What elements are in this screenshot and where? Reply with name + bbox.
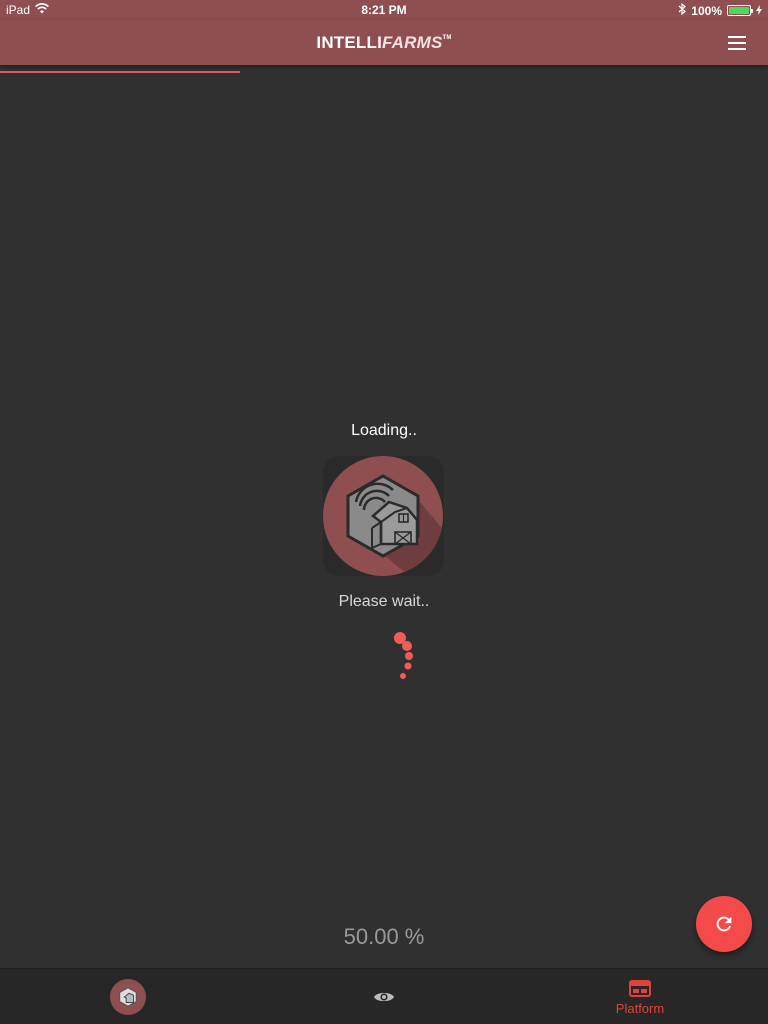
status-right: 100%: [678, 2, 762, 18]
loading-title: Loading..: [351, 422, 417, 439]
status-time: 8:21 PM: [361, 3, 407, 17]
brand-trademark: TM: [442, 35, 452, 41]
bluetooth-icon: [678, 2, 687, 18]
app-header: INTELLIFARMSTM: [0, 20, 768, 65]
bottom-navigation: Platform: [0, 968, 768, 1024]
hamburger-menu-icon[interactable]: [726, 34, 748, 52]
nav-label-platform: Platform: [615, 1001, 665, 1016]
status-bar: iPad 8:21 PM 100%: [0, 0, 768, 20]
refresh-button[interactable]: [696, 896, 752, 952]
brand-logo-text: INTELLIFARMSTM: [0, 33, 768, 53]
loading-spinner-icon: [392, 630, 416, 682]
progress-percent: 50.00 %: [343, 924, 425, 949]
brand-part-2: FARMS: [382, 33, 443, 52]
nav-item-view[interactable]: [352, 969, 416, 1024]
refresh-icon: [716, 916, 732, 932]
battery-percent: 100%: [691, 3, 722, 18]
charging-icon: [756, 4, 762, 18]
platform-icon: [629, 980, 651, 997]
eye-icon: [374, 992, 394, 1002]
brand-part-1: INTELLI: [316, 33, 383, 52]
farm-avatar-icon: [110, 979, 146, 1015]
battery-icon: [727, 5, 753, 16]
top-progress-fill: [0, 71, 240, 73]
app-screen: iPad 8:21 PM 100% INTELLIFARMSTM Loading…: [0, 0, 768, 1024]
farm-logo-icon: [323, 456, 444, 576]
nav-item-platform[interactable]: Platform: [596, 969, 684, 1024]
top-progress-bar: [0, 71, 768, 74]
please-wait-text: Please wait..: [338, 593, 430, 610]
battery-level: [729, 7, 749, 14]
nav-item-farm[interactable]: [96, 969, 160, 1024]
